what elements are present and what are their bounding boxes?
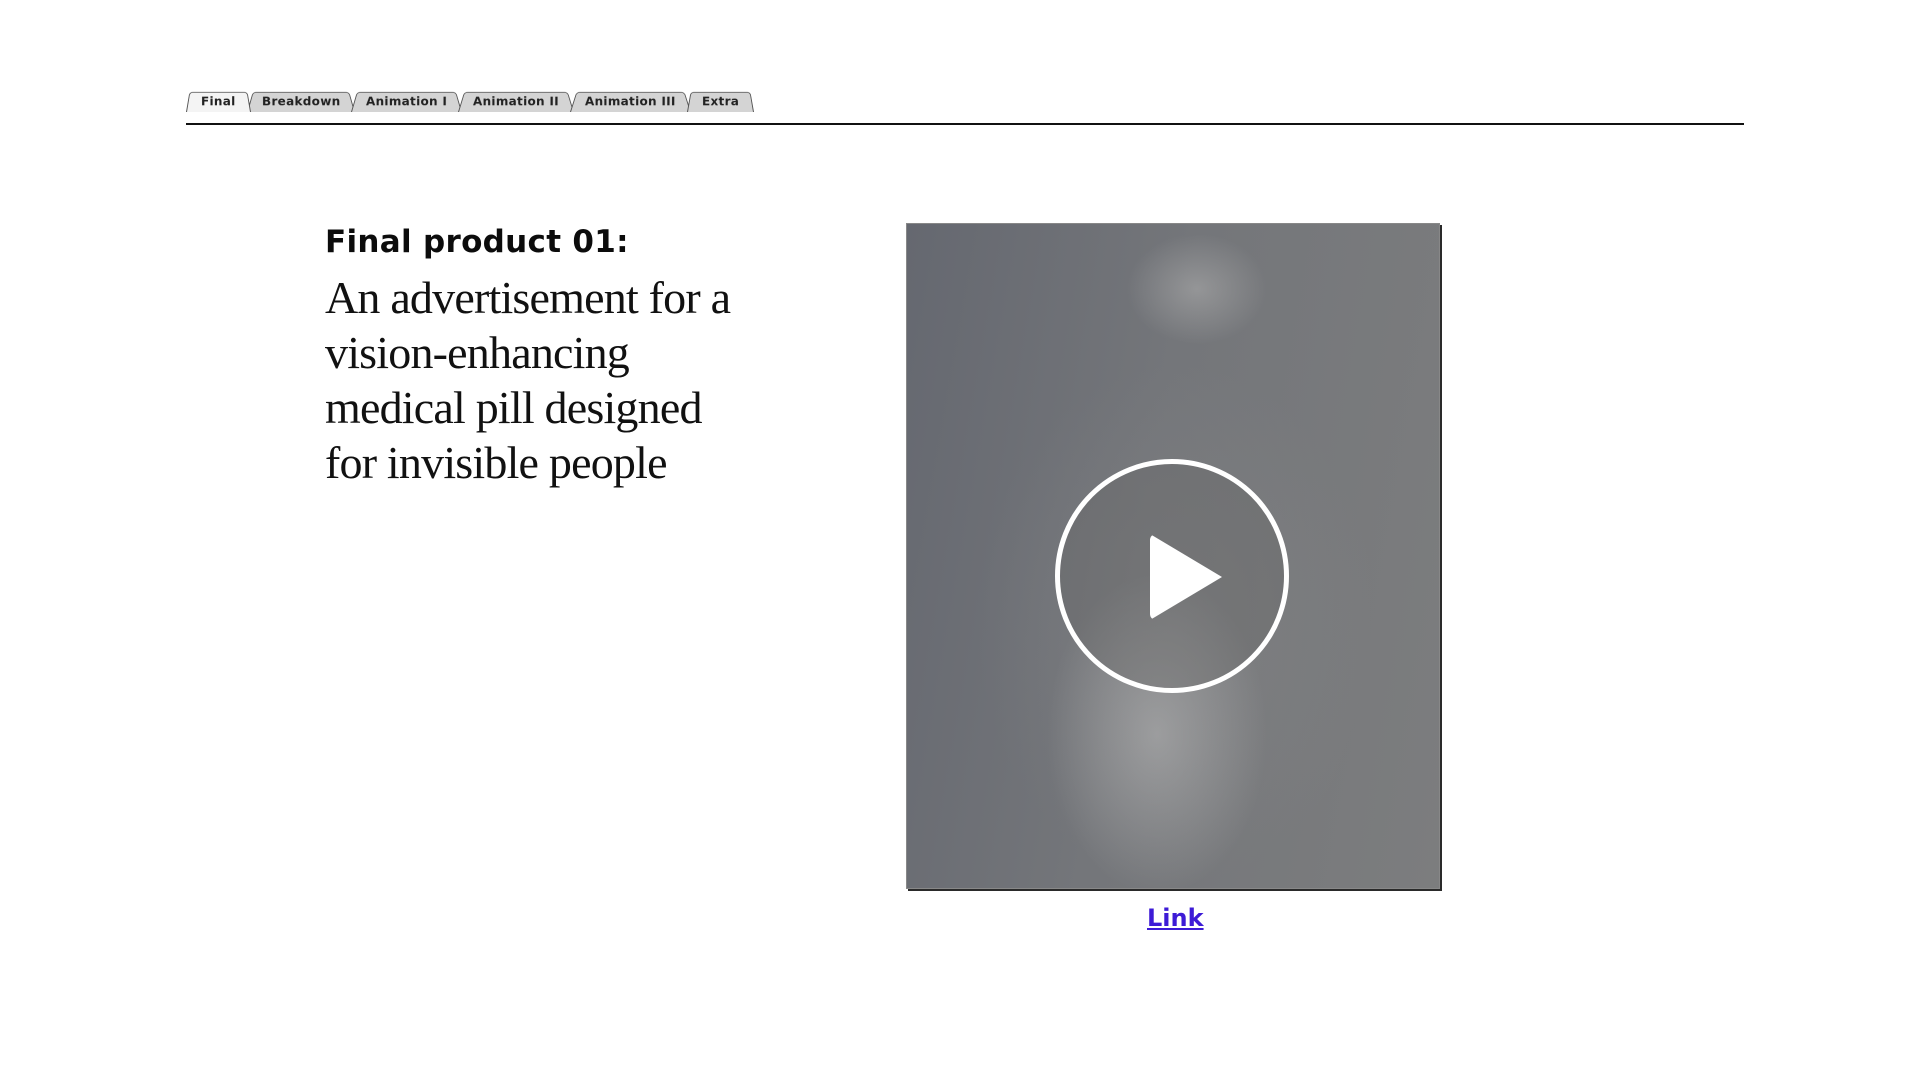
- page: Final Breakdown Animation I Animation II…: [0, 0, 1920, 1080]
- video-link[interactable]: Link: [1147, 904, 1204, 932]
- tab-animation-i[interactable]: Animation I: [351, 91, 463, 112]
- play-button[interactable]: [1055, 459, 1289, 693]
- tab-label: Breakdown: [261, 94, 341, 109]
- tab-label: Extra: [701, 94, 739, 109]
- tab-bar: Final Breakdown Animation I Animation II…: [186, 86, 754, 112]
- tab-label: Animation I: [365, 94, 448, 109]
- tab-label: Animation II: [473, 94, 560, 109]
- tab-extra[interactable]: Extra: [686, 91, 754, 112]
- play-icon: [1150, 534, 1222, 620]
- tab-animation-iii[interactable]: Animation III: [570, 91, 691, 112]
- product-description: An advertisement for a vision-enhancing …: [325, 272, 731, 488]
- tab-breakdown[interactable]: Breakdown: [246, 91, 356, 112]
- video-player[interactable]: [906, 223, 1440, 889]
- tab-label: Animation III: [584, 94, 676, 109]
- tab-animation-ii[interactable]: Animation II: [458, 91, 575, 112]
- tab-divider: [186, 123, 1744, 125]
- tab-final[interactable]: Final: [186, 91, 251, 112]
- page-title: Final product 01:: [325, 224, 629, 260]
- tab-label: Final: [200, 94, 236, 109]
